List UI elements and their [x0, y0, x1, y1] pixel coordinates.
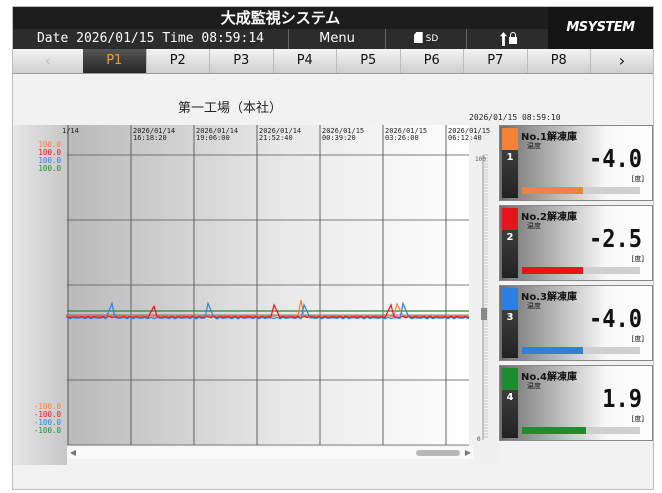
- channel-unit: [度]: [631, 415, 644, 423]
- usb-lock-button[interactable]: [467, 29, 548, 49]
- tab-p4[interactable]: P4: [274, 49, 337, 73]
- channel-number: 2: [506, 232, 514, 243]
- channel-value: -4.0: [589, 145, 642, 174]
- time-label: Time: [162, 31, 194, 46]
- scroll-right-arrow-icon[interactable]: ▶: [463, 447, 473, 459]
- channel-color-swatch: [502, 368, 518, 390]
- brand-logo: MSYSTEM: [548, 7, 653, 49]
- channel-panel-1[interactable]: 1 No.1解凍庫 温度 -4.0 [度]: [499, 125, 653, 201]
- channel-strip: 1: [502, 128, 518, 198]
- sd-card-icon: [413, 32, 423, 43]
- channel-strip: 4: [502, 368, 518, 438]
- date-value: 2026/01/15: [76, 31, 155, 46]
- channel-value: -4.0: [589, 305, 642, 334]
- time-label-time: 00:39:20: [322, 134, 356, 142]
- time-label-date: 1/14: [62, 127, 79, 135]
- scale-bottom-label: -100.0: [34, 426, 62, 435]
- channel-color-swatch: [502, 208, 518, 230]
- menu-button[interactable]: Menu: [289, 29, 386, 49]
- status-bar: Date 2026/01/15 Time 08:59:14 Menu SD: [13, 29, 548, 49]
- chart-clock: 2026/01/15 08:59:10: [469, 113, 561, 122]
- current-value-marker: [481, 308, 487, 320]
- time-label-time: 19:06:00: [196, 134, 230, 142]
- lock-icon: [509, 32, 517, 44]
- chart-scrollbar[interactable]: ◀ ▶: [68, 447, 473, 459]
- usb-icon: [500, 32, 507, 46]
- sd-label: SD: [425, 34, 439, 44]
- prev-page-arrow[interactable]: ‹: [13, 49, 84, 73]
- channel-level-bar: [522, 267, 584, 274]
- channel-measure-label: 温度: [527, 142, 541, 150]
- app-window: 大成監視システム MSYSTEM Date 2026/01/15 Time 08…: [12, 6, 654, 490]
- channel-number: 1: [506, 152, 514, 163]
- time-label-time: 16:18:20: [133, 134, 167, 142]
- app-title: 大成監視システム: [220, 9, 341, 27]
- tab-p6[interactable]: P6: [401, 49, 464, 73]
- page-tab-bar: ‹ › P1 P2 P3 P4 P5 P6 P7 P8: [13, 49, 653, 74]
- channel-unit: [度]: [631, 255, 644, 263]
- datetime-display: Date 2026/01/15 Time 08:59:14: [13, 29, 289, 49]
- right-scale-bottom-label: 0: [477, 436, 481, 443]
- tab-p8[interactable]: P8: [528, 49, 591, 73]
- channel-measure-label: 温度: [527, 302, 541, 310]
- channel-color-swatch: [502, 128, 518, 150]
- tab-p7[interactable]: P7: [464, 49, 528, 73]
- channel-strip: 2: [502, 208, 518, 278]
- scroll-left-arrow-icon[interactable]: ◀: [68, 447, 78, 459]
- channel-panel-3[interactable]: 3 No.3解凍庫 温度 -4.0 [度]: [499, 285, 653, 361]
- channel-color-swatch: [502, 288, 518, 310]
- channel-strip: 3: [502, 288, 518, 358]
- time-label-time: 06:12:40: [448, 134, 482, 142]
- time-label-time: 03:26:00: [385, 134, 419, 142]
- tab-p2[interactable]: P2: [147, 49, 210, 73]
- scale-top-label: 100.0: [38, 164, 61, 173]
- channel-value: 1.9: [602, 385, 642, 414]
- tab-p1[interactable]: P1: [83, 49, 147, 73]
- channel-level-bar: [522, 427, 586, 434]
- tab-p5[interactable]: P5: [337, 49, 401, 73]
- tab-p3[interactable]: P3: [210, 49, 274, 73]
- channel-level-bar: [522, 187, 584, 194]
- channel-level-bar: [522, 347, 584, 354]
- channel-measure-label: 温度: [527, 382, 541, 390]
- channel-unit: [度]: [631, 335, 644, 343]
- channel-panel-2[interactable]: 2 No.2解凍庫 温度 -2.5 [度]: [499, 205, 653, 281]
- channel-number: 3: [506, 312, 514, 323]
- channel-unit: [度]: [631, 175, 644, 183]
- date-label: Date: [36, 31, 69, 46]
- next-page-arrow[interactable]: ›: [591, 49, 653, 73]
- chart-title: 第一工場（本社）: [178, 101, 283, 116]
- trend-chart: 1/14 2026/01/1416:18:202026/01/1419:06:00…: [13, 125, 499, 465]
- channel-measure-label: 温度: [527, 222, 541, 230]
- time-label-time: 21:52:40: [259, 134, 293, 142]
- time-value: 08:59:14: [201, 31, 264, 46]
- right-scale-top-label: 100: [475, 156, 486, 163]
- sd-card-button[interactable]: SD: [386, 29, 467, 49]
- channel-number: 4: [506, 392, 514, 403]
- channel-value: -2.5: [589, 225, 642, 254]
- scroll-thumb[interactable]: [416, 450, 460, 456]
- channel-panel-4[interactable]: 4 No.4解凍庫 温度 1.9 [度]: [499, 365, 653, 441]
